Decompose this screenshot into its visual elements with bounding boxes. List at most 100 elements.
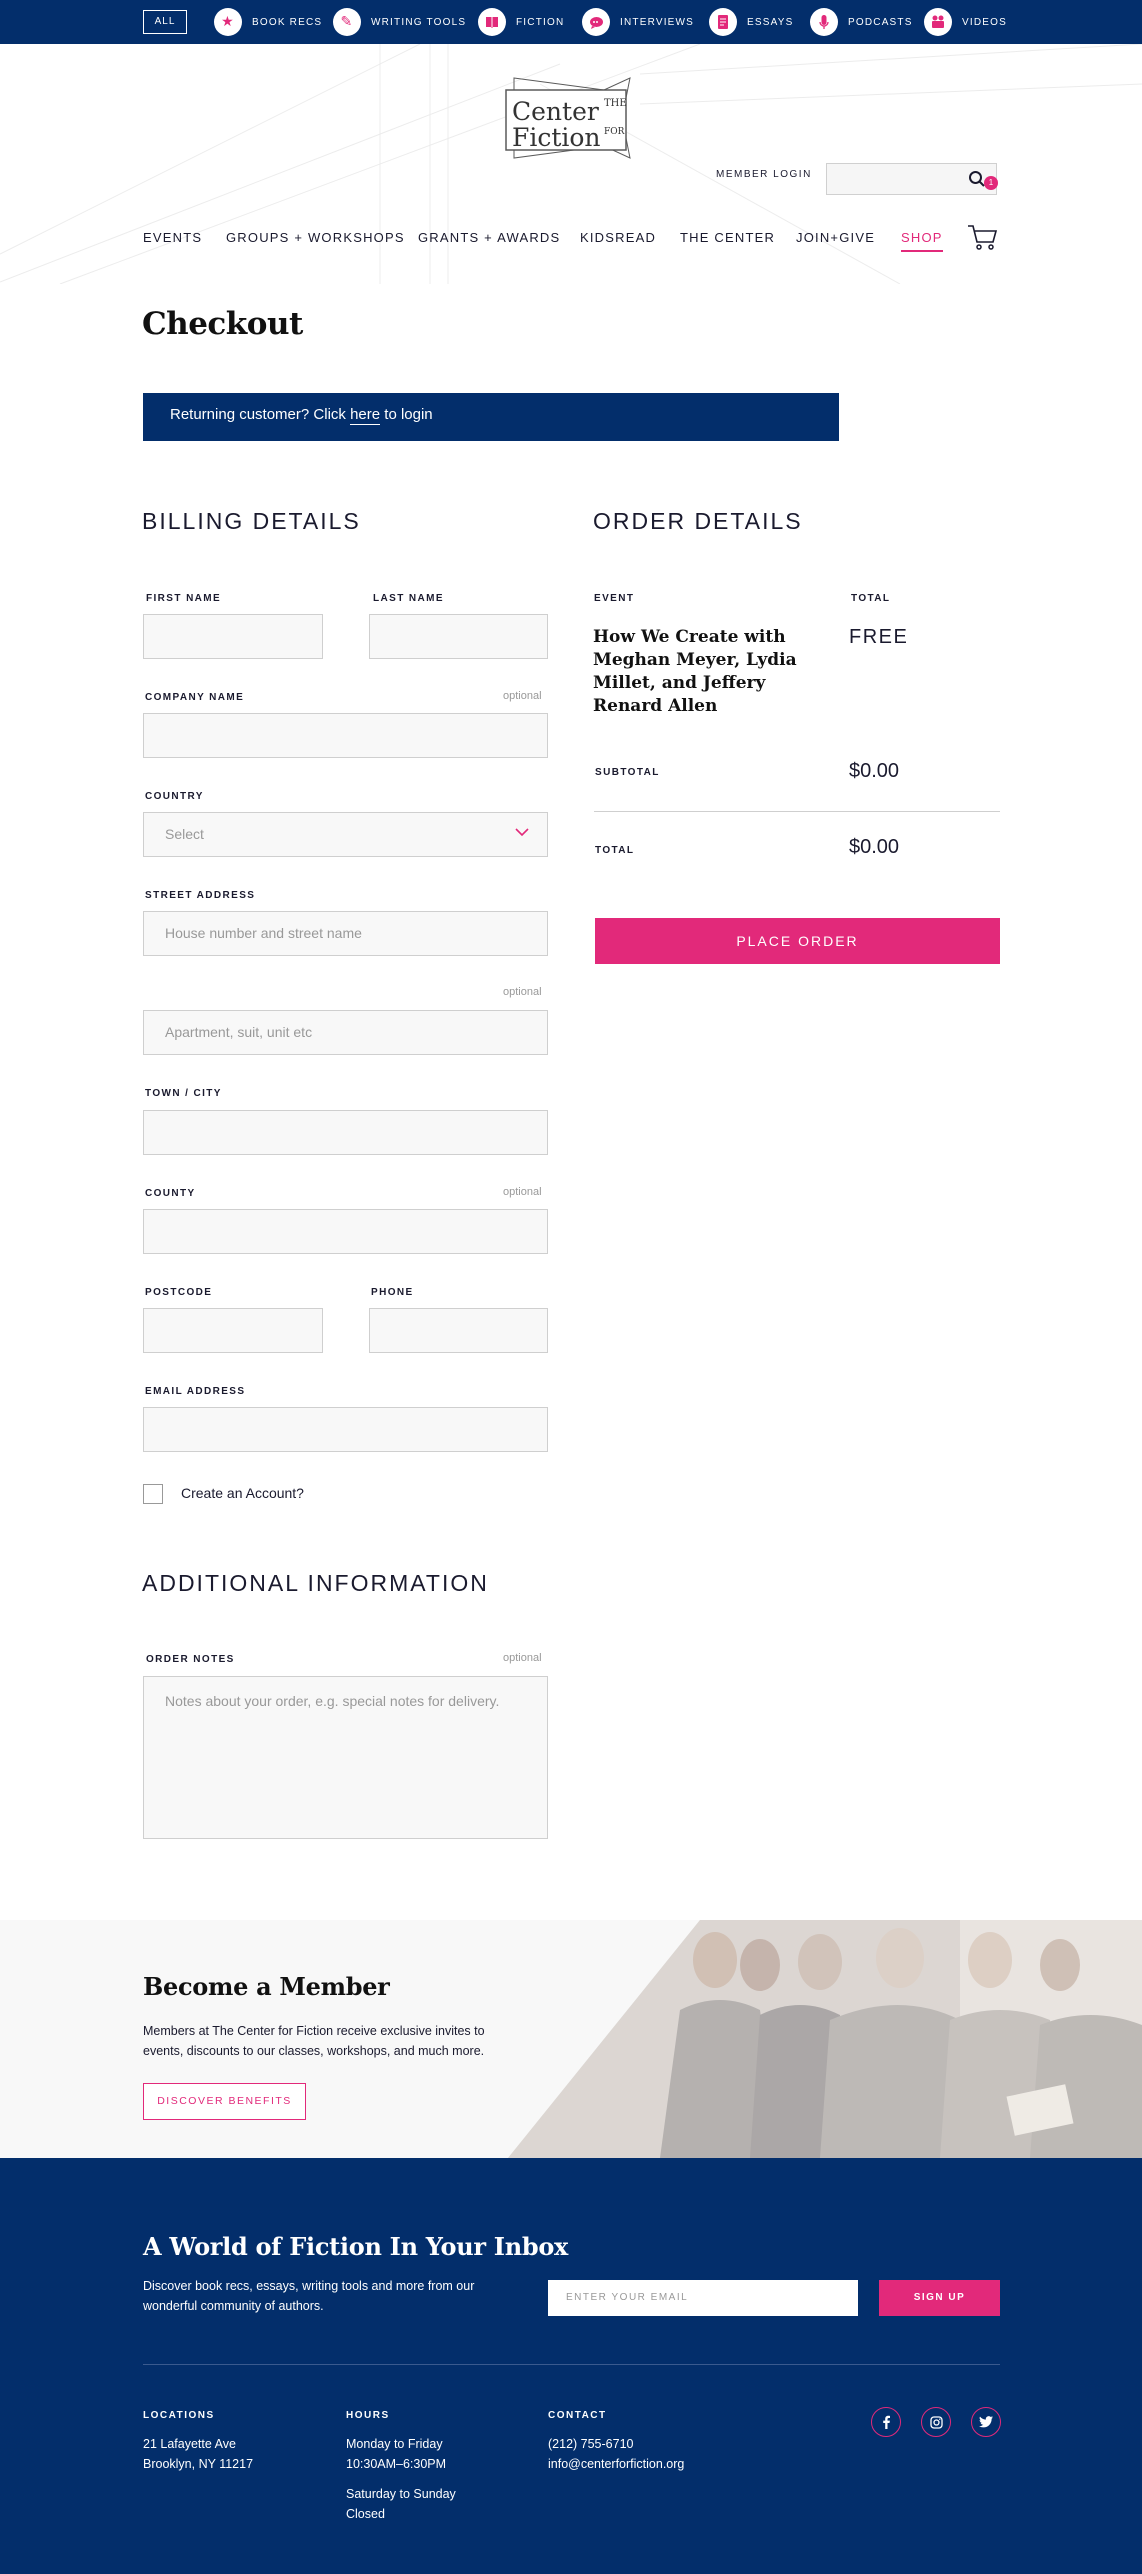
county-label: COUNTY	[145, 1188, 196, 1199]
member-login-label[interactable]: MEMBER LOGIN	[716, 169, 812, 180]
nav-grants-awards[interactable]: GRANTS + AWARDS	[418, 230, 560, 245]
site-header: Center Fiction THE FOR MEMBER LOGIN EVEN…	[0, 44, 1142, 284]
town-city-label: TOWN / CITY	[145, 1088, 222, 1099]
document-icon	[709, 8, 737, 36]
order-event-price: FREE	[849, 626, 909, 648]
chevron-down-icon	[515, 828, 529, 837]
logo-fiction-text: Fiction	[512, 123, 601, 152]
cart-count-badge: 1	[984, 176, 998, 190]
order-divider	[594, 811, 1000, 812]
phone-field[interactable]	[369, 1308, 548, 1353]
phone-label: PHONE	[371, 1287, 414, 1298]
category-label: INTERVIEWS	[620, 16, 695, 28]
header-search-input[interactable]	[826, 163, 997, 195]
sign-up-button[interactable]: SIGN UP	[879, 2280, 1000, 2316]
company-name-label: COMPANY NAME	[145, 692, 245, 703]
place-order-button[interactable]: PLACE ORDER	[595, 918, 1000, 964]
category-interviews[interactable]: INTERVIEWS	[582, 8, 694, 36]
address-line-2: Brooklyn, NY 11217	[143, 2457, 254, 2471]
category-label: FICTION	[516, 16, 565, 28]
subtotal-label: SUBTOTAL	[595, 767, 660, 778]
apartment-field[interactable]: Apartment, suit, unit etc	[143, 1010, 548, 1055]
star-icon: ★	[214, 8, 242, 36]
first-name-field[interactable]	[143, 614, 323, 659]
create-account-checkbox[interactable]	[143, 1484, 163, 1504]
additional-information-heading: ADDITIONAL INFORMATION	[142, 1570, 489, 1596]
video-camera-icon	[924, 8, 952, 36]
nav-the-center[interactable]: THE CENTER	[680, 230, 775, 245]
first-name-label: FIRST NAME	[146, 593, 222, 604]
order-notes-optional-note: optional	[503, 1652, 542, 1664]
country-label: COUNTRY	[145, 791, 204, 802]
nav-groups-workshops[interactable]: GROUPS + WORKSHOPS	[226, 230, 405, 245]
category-fiction[interactable]: FICTION	[478, 8, 564, 36]
contact-email[interactable]: info@centerforfiction.org	[548, 2454, 684, 2474]
returning-suffix: to login	[380, 406, 433, 423]
twitter-icon[interactable]	[971, 2407, 1001, 2437]
last-name-field[interactable]	[369, 614, 548, 659]
newsletter-text: Discover book recs, essays, writing tool…	[143, 2279, 475, 2313]
order-event-title[interactable]: How We Create with Meghan Meyer, Lydia M…	[593, 626, 803, 718]
street-address-field[interactable]: House number and street name	[143, 911, 548, 956]
facebook-icon[interactable]	[871, 2407, 901, 2437]
subtotal-value: $0.00	[849, 760, 900, 782]
returning-prefix: Returning customer? Click	[170, 406, 351, 423]
email-address-label: EMAIL ADDRESS	[145, 1386, 246, 1397]
town-city-field[interactable]	[143, 1110, 548, 1155]
page-title: Checkout	[142, 306, 303, 342]
category-videos[interactable]: VIDEOS	[924, 8, 1007, 36]
login-link[interactable]: here	[350, 406, 381, 425]
nav-shop[interactable]: SHOP	[901, 230, 943, 252]
nav-join-give[interactable]: JOIN+GIVE	[796, 230, 875, 245]
total-label: TOTAL	[595, 845, 635, 856]
nav-events[interactable]: EVENTS	[143, 230, 202, 245]
order-details-heading: ORDER DETAILS	[593, 508, 803, 534]
country-selected-value: Select	[165, 826, 204, 842]
all-categories-button[interactable]: ALL	[143, 10, 187, 34]
newsletter-title: A World of Fiction In Your Inbox	[143, 2232, 569, 2261]
cart-icon[interactable]	[966, 222, 1000, 252]
logo-for-text: FOR	[604, 127, 625, 137]
create-account-label[interactable]: Create an Account?	[181, 1485, 304, 1501]
search-icon[interactable]	[968, 170, 986, 188]
email-address-field[interactable]	[143, 1407, 548, 1452]
site-footer: A World of Fiction In Your Inbox Discove…	[0, 2158, 1142, 2574]
logo-center-text: Center	[512, 97, 599, 126]
contact-heading: CONTACT	[548, 2410, 607, 2421]
category-essays[interactable]: ESSAYS	[709, 8, 793, 36]
postcode-field[interactable]	[143, 1308, 323, 1353]
hours-weekday-times: 10:30AM–6:30PM	[346, 2457, 447, 2471]
county-field[interactable]	[143, 1209, 548, 1254]
returning-customer-banner: Returning customer? Click here to login	[143, 393, 839, 441]
street-address-label: STREET ADDRESS	[145, 890, 256, 901]
last-name-label: LAST NAME	[373, 593, 444, 604]
contact-phone[interactable]: (212) 755-6710	[548, 2434, 633, 2454]
member-section-title: Become a Member	[143, 1972, 390, 2001]
order-notes-label: ORDER NOTES	[146, 1654, 235, 1665]
total-value: $0.00	[849, 836, 900, 858]
country-select[interactable]: Select	[143, 812, 548, 857]
instagram-icon[interactable]	[921, 2407, 951, 2437]
book-icon	[478, 8, 506, 36]
company-name-field[interactable]	[143, 713, 548, 758]
hours-weekday-days: Monday to Friday	[346, 2437, 443, 2451]
newsletter-email-input[interactable]: ENTER YOUR EMAIL	[548, 2280, 858, 2316]
locations-heading: LOCATIONS	[143, 2410, 215, 2421]
billing-details-heading: BILLING DETAILS	[142, 508, 361, 534]
category-label: VIDEOS	[962, 16, 1007, 28]
hours-weekend-days: Saturday to Sunday	[346, 2487, 456, 2501]
category-label: BOOK RECS	[252, 16, 323, 28]
category-writing-tools[interactable]: ✎ WRITING TOOLS	[333, 8, 466, 36]
microphone-icon	[810, 8, 838, 36]
logo-the-text: THE	[604, 98, 627, 109]
category-book-recs[interactable]: ★ BOOK RECS	[214, 8, 322, 36]
category-label: PODCASTS	[848, 16, 913, 28]
order-notes-textarea[interactable]: Notes about your order, e.g. special not…	[143, 1676, 548, 1839]
center-for-fiction-logo[interactable]: Center Fiction THE FOR	[504, 76, 634, 160]
county-optional-note: optional	[503, 1186, 542, 1198]
category-label: ESSAYS	[747, 16, 794, 28]
company-optional-note: optional	[503, 690, 542, 702]
category-podcasts[interactable]: PODCASTS	[810, 8, 913, 36]
nav-kidsread[interactable]: KIDSREAD	[580, 230, 656, 245]
discover-benefits-button[interactable]: DISCOVER BENEFITS	[143, 2083, 306, 2120]
